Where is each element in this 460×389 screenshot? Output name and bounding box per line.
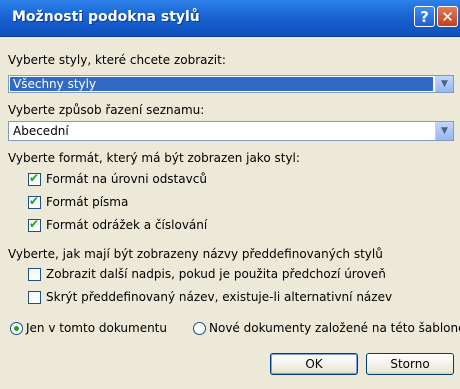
dialog-title: Možnosti podokna stylů xyxy=(12,9,200,25)
ok-button-label: OK xyxy=(305,357,323,371)
this-document-radio[interactable] xyxy=(10,322,23,335)
ok-button[interactable]: OK xyxy=(270,353,358,375)
dialog-body: Vyberte styly, které chcete zobrazit: Vš… xyxy=(0,37,460,389)
font-format-label: Formát písma xyxy=(46,195,129,209)
show-next-heading-label: Zobrazit další nadpis, pokud je použita … xyxy=(46,267,386,281)
show-styles-value: Všechny styly xyxy=(10,77,433,91)
sort-order-label: Vyberte způsob řazení seznamu: xyxy=(8,103,205,117)
builtin-section-label: Vyberte, jak mají být zobrazeny názvy př… xyxy=(8,247,383,261)
bullet-format-checkbox[interactable]: ✔ xyxy=(28,217,41,232)
close-icon: ✕ xyxy=(441,7,454,26)
this-document-label: Jen v tomto dokumentu xyxy=(26,321,167,335)
sort-order-value: Abecední xyxy=(13,124,69,138)
title-bar: Možnosti podokna stylů ? ✕ xyxy=(0,0,460,37)
checkmark-icon: ✔ xyxy=(29,217,40,231)
paragraph-format-label: Formát na úrovni odstavců xyxy=(46,172,207,186)
cancel-button[interactable]: Storno xyxy=(366,353,454,375)
new-documents-label: Nové dokumenty založené na této šabloně xyxy=(209,321,460,335)
radio-dot xyxy=(14,326,19,331)
close-button[interactable]: ✕ xyxy=(437,6,458,27)
bullet-format-label: Formát odrážek a číslování xyxy=(46,218,208,232)
cancel-button-label: Storno xyxy=(390,357,430,371)
sort-order-dropdown[interactable]: Abecední ▼ xyxy=(8,121,454,141)
checkmark-icon: ✔ xyxy=(29,194,40,208)
paragraph-format-checkbox[interactable]: ✔ xyxy=(28,171,41,186)
format-section-label: Vyberte formát, který má být zobrazen ja… xyxy=(8,151,300,165)
new-documents-radio[interactable] xyxy=(193,322,206,335)
font-format-checkbox[interactable]: ✔ xyxy=(28,194,41,209)
chevron-down-icon[interactable]: ▼ xyxy=(435,76,453,92)
hide-builtin-name-checkbox[interactable] xyxy=(28,291,41,304)
show-next-heading-checkbox[interactable] xyxy=(28,268,41,281)
show-styles-label: Vyberte styly, které chcete zobrazit: xyxy=(8,53,226,67)
chevron-down-icon[interactable]: ▼ xyxy=(435,122,453,140)
help-button[interactable]: ? xyxy=(414,6,435,27)
help-icon: ? xyxy=(420,7,429,26)
hide-builtin-name-label: Skrýt předdefinovaný název, existuje-li … xyxy=(46,290,393,304)
checkmark-icon: ✔ xyxy=(29,171,40,185)
show-styles-dropdown[interactable]: Všechny styly ▼ xyxy=(8,75,454,93)
